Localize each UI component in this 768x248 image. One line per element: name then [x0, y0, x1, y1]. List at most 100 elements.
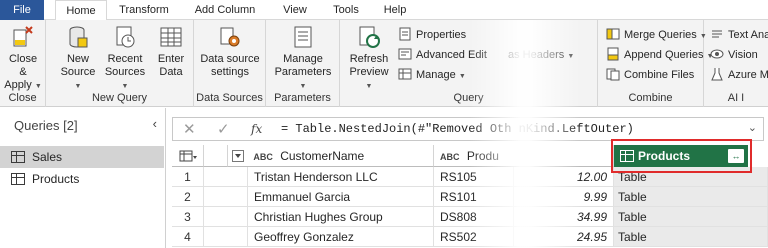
data-sources-group: Data source settings Data Sources [194, 20, 266, 107]
cell-customer[interactable]: Emmanuel Garcia [248, 187, 434, 207]
refresh-icon [356, 24, 382, 50]
vision-label: Vision [728, 49, 758, 61]
fx-icon[interactable]: fx [251, 122, 262, 136]
column-header-products[interactable]: Products ↔ [614, 145, 748, 167]
row-number: 4 [172, 227, 204, 247]
settings-gear-icon [217, 24, 243, 50]
row-number: 3 [172, 207, 204, 227]
new-query-group-label: New Query [91, 92, 148, 104]
append-queries-button[interactable]: Append Queries ▼ [606, 46, 714, 65]
collapse-chevron-icon[interactable]: ‹ [153, 116, 157, 131]
refresh-label-2: Preview [349, 66, 389, 78]
table-column-icon [620, 150, 634, 162]
append-icon [606, 47, 620, 61]
manage-parameters-button[interactable]: Manage Parameters ▼ [270, 24, 336, 93]
row-number: 1 [172, 167, 204, 187]
vision-button[interactable]: Vision [710, 46, 758, 65]
query-group: Refresh Preview ▼ Properties Advanced Ed… [340, 20, 598, 107]
data-grid: ABC CustomerName ABC Produ Products ↔ 1 … [172, 145, 768, 248]
column-filter-icon[interactable] [232, 150, 244, 162]
cell-product[interactable]: RS101 [434, 187, 514, 207]
text-analytics-label: Text Ana [728, 29, 768, 41]
table-icon [11, 151, 25, 163]
column-header-customername[interactable]: ABC CustomerName [228, 145, 434, 167]
combine-files-icon [606, 67, 620, 81]
text-type-icon[interactable]: ABC [253, 146, 273, 168]
combine-files-button[interactable]: Combine Files [606, 66, 694, 85]
query-item-label: Products [32, 172, 80, 186]
cell-customer[interactable]: Christian Hughes Group [248, 207, 434, 227]
manage-parameters-label: Manage [283, 53, 323, 65]
cell-value[interactable]: 24.95 [514, 227, 614, 247]
cell-customer[interactable]: Tristan Henderson LLC [248, 167, 434, 187]
cell-value[interactable]: 9.99 [514, 187, 614, 207]
manage-button[interactable]: Manage ▼ [398, 66, 466, 85]
query-item-label: Sales [32, 150, 63, 164]
ai-insights-group: Text Ana Vision Azure M AI I [704, 20, 768, 107]
data-source-settings-label-2: settings [211, 66, 249, 78]
row-number: 2 [172, 187, 204, 207]
tab-help[interactable]: Help [380, 0, 410, 20]
data-source-settings-button[interactable]: Data source settings [198, 24, 262, 79]
recent-sources-button[interactable]: Recent Sources ▼ [102, 24, 148, 93]
enter-data-label-2: Data [159, 66, 183, 78]
new-source-button[interactable]: New Source ▼ [58, 24, 98, 93]
column-header-product[interactable]: ABC Produ [434, 145, 614, 167]
row-spacer [204, 187, 248, 207]
recent-sources-label-2: Sources [104, 66, 146, 78]
manage-label: Manage [416, 69, 456, 81]
data-source-settings-label: Data source [200, 53, 260, 65]
properties-button[interactable]: Properties [398, 26, 466, 45]
eye-icon [710, 47, 724, 61]
tab-home[interactable]: Home [55, 0, 107, 21]
refresh-preview-button[interactable]: Refresh Preview ▼ [346, 24, 392, 93]
enter-data-button[interactable]: Enter Data [154, 24, 188, 79]
azure-ml-button[interactable]: Azure M [710, 66, 768, 85]
parameters-group-label: Parameters [274, 92, 331, 104]
close-group-label: Close [8, 92, 37, 104]
close-apply-button[interactable]: Close & Apply ▼ [4, 24, 42, 93]
cell-table-link[interactable]: Table [614, 207, 768, 227]
cell-table-link[interactable]: Table [614, 187, 768, 207]
commit-check-icon[interactable]: ✓ [217, 120, 230, 138]
table-menu-button[interactable] [172, 145, 204, 167]
table-icon [11, 173, 25, 185]
tab-view[interactable]: View [278, 0, 312, 20]
properties-icon [398, 27, 412, 41]
cell-product[interactable]: DS808 [434, 207, 514, 227]
cell-product[interactable]: RS502 [434, 227, 514, 247]
text-type-icon[interactable]: ABC [440, 146, 460, 168]
formula-bar: ✕ ✓ fx = Table.NestedJoin(#"Removed Oth … [172, 117, 764, 141]
cell-value[interactable]: 12.00 [514, 167, 614, 187]
close-group: Close & Apply ▼ Close [0, 20, 46, 107]
cell-product[interactable]: RS105 [434, 167, 514, 187]
cell-value[interactable]: 34.99 [514, 207, 614, 227]
advanced-editor-button[interactable]: Advanced Edit [398, 46, 487, 65]
query-item-products[interactable]: Products [0, 168, 164, 190]
close-apply-label: Close & [8, 53, 38, 78]
query-group-label: Query [453, 92, 484, 104]
cell-table-link[interactable]: Table [614, 227, 768, 247]
formula-input[interactable]: = Table.NestedJoin(#"Removed Oth nKind.L… [281, 122, 634, 136]
text-analytics-button[interactable]: Text Ana [710, 26, 768, 45]
text-analytics-icon [710, 27, 724, 41]
tab-file[interactable]: File [0, 0, 44, 20]
tab-tools[interactable]: Tools [328, 0, 364, 20]
enter-data-label: Enter [157, 53, 185, 65]
cell-table-link[interactable]: Table [614, 167, 768, 187]
tab-transform[interactable]: Transform [114, 0, 174, 20]
expand-column-icon[interactable]: ↔ [728, 149, 744, 163]
query-item-sales[interactable]: Sales [0, 146, 164, 168]
parameters-icon [290, 24, 316, 50]
merge-icon [606, 27, 620, 41]
use-headers-button[interactable]: as Headers ▼ [508, 46, 574, 65]
queries-header: Queries [2] [14, 118, 78, 133]
merge-queries-button[interactable]: Merge Queries ▼ [606, 26, 707, 45]
new-query-group: New Source ▼ Recent Sources ▼ Enter Data… [46, 20, 194, 107]
data-sources-group-label: Data Sources [196, 92, 263, 104]
cell-customer[interactable]: Geoffrey Gonzalez [248, 227, 434, 247]
database-icon [65, 24, 91, 50]
tab-add-column[interactable]: Add Column [190, 0, 260, 20]
cancel-icon[interactable]: ✕ [183, 120, 196, 138]
chevron-down-icon[interactable]: ⌄ [748, 121, 757, 134]
